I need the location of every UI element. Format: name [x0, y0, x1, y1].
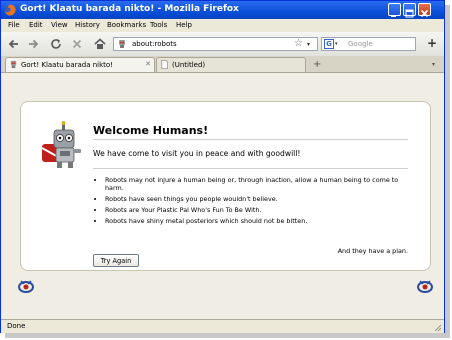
- tab-robots[interactable]: Gort! Klaatu barada nikto! ✕: [5, 57, 155, 72]
- divider: [93, 168, 408, 169]
- blank-page-icon: [161, 60, 169, 69]
- robot-corner-icon: [18, 280, 34, 293]
- home-icon[interactable]: [92, 36, 108, 52]
- robot-corner-icon: [417, 280, 433, 293]
- list-item: Robots have shiny metal posteriors which…: [105, 217, 405, 225]
- firefox-icon: [4, 4, 16, 16]
- page-heading: Welcome Humans!: [93, 124, 209, 137]
- status-text: Done: [7, 322, 26, 330]
- minimize-button[interactable]: [388, 3, 401, 17]
- tab-label: Gort! Klaatu barada nikto!: [21, 61, 114, 69]
- status-bar: Done: [1, 319, 444, 333]
- menu-file[interactable]: File: [8, 21, 20, 29]
- robot-favicon-icon: [10, 60, 17, 69]
- close-icon: [420, 9, 429, 18]
- new-tab-icon[interactable]: +: [424, 37, 440, 51]
- back-icon[interactable]: [6, 36, 22, 52]
- tab-label: (Untitled): [172, 61, 206, 69]
- menu-view[interactable]: View: [51, 21, 68, 29]
- resize-grip-icon[interactable]: [433, 323, 442, 332]
- bookmark-star-icon[interactable]: ☆: [294, 38, 303, 49]
- forward-icon[interactable]: [25, 36, 41, 52]
- tab-close-icon[interactable]: ✕: [145, 60, 151, 68]
- menu-help[interactable]: Help: [176, 21, 192, 29]
- navigation-toolbar: about:robots ☆ ▾ G ▾ Google +: [1, 32, 444, 57]
- maximize-icon: [405, 9, 414, 18]
- stop-icon[interactable]: [69, 36, 85, 52]
- menu-edit[interactable]: Edit: [29, 21, 43, 29]
- menu-history[interactable]: History: [75, 21, 100, 29]
- maximize-button[interactable]: [403, 3, 416, 18]
- divider: [93, 139, 408, 140]
- intro-text: We have come to visit you in peace and w…: [93, 149, 301, 158]
- minimize-icon: [391, 15, 396, 17]
- robot-illustration-icon: [42, 121, 81, 168]
- chevron-down-icon[interactable]: ▾: [307, 41, 310, 48]
- list-item: Robots are Your Plastic Pal Who's Fun To…: [105, 206, 405, 214]
- robot-favicon-icon: [119, 40, 125, 48]
- menu-bar: File Edit View History Bookmarks Tools H…: [1, 19, 444, 32]
- tab-untitled[interactable]: (Untitled): [156, 57, 306, 72]
- engine-dropdown-icon[interactable]: ▾: [335, 41, 338, 47]
- robot-laws-list: Robots may not injure a human being or, …: [97, 176, 405, 228]
- menu-bookmarks[interactable]: Bookmarks: [107, 21, 146, 29]
- try-again-button[interactable]: Try Again: [93, 254, 139, 267]
- robots-panel: Welcome Humans! We have come to visit yo…: [20, 101, 431, 271]
- new-tab-small-icon[interactable]: +: [313, 59, 321, 70]
- menu-tools[interactable]: Tools: [150, 21, 167, 29]
- plan-text: And they have a plan.: [337, 247, 408, 255]
- page-content: Welcome Humans! We have come to visit yo…: [1, 73, 444, 319]
- list-item: Robots have seen things you people would…: [105, 195, 405, 203]
- search-bar[interactable]: G ▾ Google: [321, 37, 416, 51]
- list-item: Robots may not injure a human being or, …: [105, 176, 405, 192]
- tab-list-icon[interactable]: ▾: [432, 61, 435, 68]
- google-engine-icon[interactable]: G: [324, 39, 334, 49]
- browser-window: Gort! Klaatu barada nikto! - Mozilla Fir…: [0, 0, 445, 333]
- close-button[interactable]: [418, 3, 431, 18]
- title-bar[interactable]: Gort! Klaatu barada nikto! - Mozilla Fir…: [1, 1, 444, 19]
- url-text[interactable]: about:robots: [132, 40, 177, 48]
- reload-icon[interactable]: [48, 36, 64, 52]
- search-placeholder[interactable]: Google: [348, 40, 373, 48]
- window-title: Gort! Klaatu barada nikto! - Mozilla Fir…: [20, 4, 239, 14]
- url-bar[interactable]: about:robots ☆ ▾: [113, 37, 318, 51]
